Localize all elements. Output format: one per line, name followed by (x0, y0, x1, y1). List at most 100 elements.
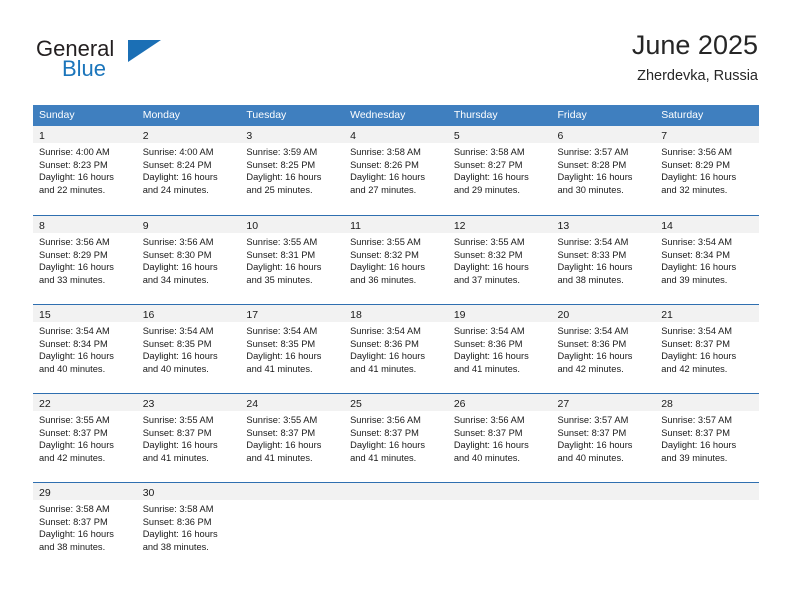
day-number: 9 (142, 220, 149, 232)
calendar-week-row: 29 Sunrise: 3:58 AM Sunset: 8:37 PM Dayligh… (33, 482, 759, 571)
day-number-band: 1 (33, 126, 137, 143)
sunset-text: Sunset: 8:37 PM (142, 427, 212, 438)
daylight-text-line2: and 36 minutes. (350, 274, 417, 285)
calendar-weeks: 1 Sunrise: 4:00 AM Sunset: 8:23 PM Daylight… (33, 126, 759, 571)
day-cell[interactable]: 10 Sunrise: 3:55 AM Sunset: 8:31 PM Dayligh… (240, 216, 345, 304)
sunrise-text: Sunrise: 3:55 AM (246, 237, 318, 247)
day-cell[interactable]: 5 Sunrise: 3:58 AM Sunset: 8:27 PM Daylight… (447, 126, 552, 215)
day-details: Sunrise: 3:56 AM Sunset: 8:29 PM Daylight:… (655, 143, 759, 196)
day-number: 13 (557, 220, 570, 232)
day-number-band: 8 (33, 216, 137, 233)
page-title: June 2025 (631, 30, 758, 60)
day-cell[interactable]: 20 Sunrise: 3:54 AM Sunset: 8:36 PM Dayligh… (551, 305, 656, 393)
day-cell[interactable]: 26 Sunrise: 3:56 AM Sunset: 8:37 PM Dayligh… (447, 394, 552, 482)
day-cell[interactable]: 14 Sunrise: 3:54 AM Sunset: 8:34 PM Dayligh… (655, 216, 759, 304)
day-cell-empty (344, 483, 448, 571)
daylight-text-line2: and 41 minutes. (453, 363, 520, 374)
day-cell[interactable]: 1 Sunrise: 4:00 AM Sunset: 8:23 PM Daylight… (33, 126, 137, 215)
day-cell[interactable]: 13 Sunrise: 3:54 AM Sunset: 8:33 PM Dayligh… (551, 216, 656, 304)
day-cell[interactable]: 22 Sunrise: 3:55 AM Sunset: 8:37 PM Dayligh… (33, 394, 137, 482)
day-details: Sunrise: 3:58 AM Sunset: 8:27 PM Daylight:… (448, 143, 552, 196)
sunrise-text: Sunrise: 3:58 AM (350, 147, 421, 157)
day-cell[interactable]: 9 Sunrise: 3:56 AM Sunset: 8:30 PM Daylight… (136, 216, 241, 304)
daylight-text-line2: and 24 minutes. (142, 184, 209, 195)
day-number-band: 22 (33, 394, 137, 411)
sunset-text: Sunset: 8:32 PM (350, 249, 419, 260)
daylight-text-line1: Daylight: 16 hours (453, 262, 529, 273)
day-details: Sunrise: 3:57 AM Sunset: 8:37 PM Daylight:… (552, 411, 656, 464)
day-cell[interactable]: 29 Sunrise: 3:58 AM Sunset: 8:37 PM Dayligh… (33, 483, 137, 571)
general-blue-logo[interactable]: General Blue (36, 36, 216, 90)
day-cell[interactable]: 15 Sunrise: 3:54 AM Sunset: 8:34 PM Dayligh… (33, 305, 137, 393)
daylight-text-line1: Daylight: 16 hours (453, 440, 529, 451)
day-number: 19 (453, 309, 466, 321)
daylight-text-line2: and 42 minutes. (39, 452, 106, 463)
daylight-text-line1: Daylight: 16 hours (453, 172, 529, 183)
day-number: 26 (453, 398, 466, 410)
sunset-text: Sunset: 8:36 PM (142, 516, 212, 527)
day-cell[interactable]: 23 Sunrise: 3:55 AM Sunset: 8:37 PM Dayligh… (136, 394, 241, 482)
sunset-text: Sunset: 8:28 PM (557, 159, 627, 170)
day-cell[interactable]: 25 Sunrise: 3:56 AM Sunset: 8:37 PM Dayligh… (344, 394, 448, 482)
sunrise-text: Sunrise: 3:59 AM (246, 147, 318, 157)
day-cell[interactable]: 7 Sunrise: 3:56 AM Sunset: 8:29 PM Daylight… (655, 126, 759, 215)
daylight-text-line1: Daylight: 16 hours (557, 172, 633, 183)
sunset-text: Sunset: 8:34 PM (39, 338, 108, 349)
day-cell[interactable]: 8 Sunrise: 3:56 AM Sunset: 8:29 PM Daylight… (33, 216, 137, 304)
day-details: Sunrise: 4:00 AM Sunset: 8:24 PM Daylight:… (137, 143, 241, 196)
day-number-band: 13 (551, 216, 656, 233)
sunrise-text: Sunrise: 3:58 AM (39, 504, 110, 514)
day-number-band (447, 483, 552, 500)
day-number-band: 30 (136, 483, 241, 500)
sunset-text: Sunset: 8:32 PM (453, 249, 523, 260)
daylight-text-line2: and 33 minutes. (39, 274, 106, 285)
day-details: Sunrise: 4:00 AM Sunset: 8:23 PM Daylight:… (33, 143, 137, 196)
day-number-band: 2 (136, 126, 241, 143)
day-cell[interactable]: 6 Sunrise: 3:57 AM Sunset: 8:28 PM Daylight… (551, 126, 656, 215)
day-number-band: 16 (136, 305, 241, 322)
sunset-text: Sunset: 8:29 PM (39, 249, 108, 260)
day-cell[interactable]: 30 Sunrise: 3:58 AM Sunset: 8:36 PM Dayligh… (136, 483, 241, 571)
day-cell[interactable]: 21 Sunrise: 3:54 AM Sunset: 8:37 PM Dayligh… (655, 305, 759, 393)
sunrise-text: Sunrise: 3:54 AM (661, 326, 733, 336)
sunset-text: Sunset: 8:24 PM (142, 159, 212, 170)
day-cell[interactable]: 12 Sunrise: 3:55 AM Sunset: 8:32 PM Dayligh… (447, 216, 552, 304)
sunrise-text: Sunrise: 3:55 AM (453, 237, 525, 247)
day-details: Sunrise: 3:54 AM Sunset: 8:35 PM Daylight:… (240, 322, 344, 375)
daylight-text-line2: and 41 minutes. (246, 452, 313, 463)
daylight-text-line1: Daylight: 16 hours (142, 440, 218, 451)
day-cell[interactable]: 28 Sunrise: 3:57 AM Sunset: 8:37 PM Dayligh… (655, 394, 759, 482)
calendar-week-row: 1 Sunrise: 4:00 AM Sunset: 8:23 PM Daylight… (33, 126, 759, 215)
sunrise-text: Sunrise: 3:57 AM (557, 415, 629, 425)
sunrise-text: Sunrise: 3:54 AM (557, 237, 629, 247)
day-cell[interactable]: 16 Sunrise: 3:54 AM Sunset: 8:35 PM Dayligh… (136, 305, 241, 393)
day-cell[interactable]: 11 Sunrise: 3:55 AM Sunset: 8:32 PM Dayligh… (344, 216, 448, 304)
weekday-header-tuesday: Tuesday (246, 109, 287, 121)
day-number-band: 21 (655, 305, 759, 322)
day-cell[interactable]: 2 Sunrise: 4:00 AM Sunset: 8:24 PM Daylight… (136, 126, 241, 215)
day-cell[interactable]: 19 Sunrise: 3:54 AM Sunset: 8:36 PM Dayligh… (447, 305, 552, 393)
day-number: 3 (246, 130, 253, 142)
daylight-text-line2: and 32 minutes. (661, 184, 728, 195)
day-details: Sunrise: 3:55 AM Sunset: 8:31 PM Daylight:… (240, 233, 344, 286)
daylight-text-line1: Daylight: 16 hours (39, 351, 114, 362)
sunset-text: Sunset: 8:36 PM (557, 338, 627, 349)
daylight-text-line1: Daylight: 16 hours (39, 440, 114, 451)
day-number-band (344, 483, 448, 500)
daylight-text-line1: Daylight: 16 hours (39, 262, 114, 273)
day-number-band: 10 (240, 216, 345, 233)
sunrise-text: Sunrise: 3:57 AM (661, 415, 733, 425)
daylight-text-line2: and 38 minutes. (557, 274, 624, 285)
day-number: 28 (661, 398, 673, 410)
day-cell[interactable]: 4 Sunrise: 3:58 AM Sunset: 8:26 PM Daylight… (344, 126, 448, 215)
daylight-text-line1: Daylight: 16 hours (557, 351, 633, 362)
day-cell[interactable]: 24 Sunrise: 3:55 AM Sunset: 8:37 PM Dayligh… (240, 394, 345, 482)
day-cell[interactable]: 3 Sunrise: 3:59 AM Sunset: 8:25 PM Daylight… (240, 126, 345, 215)
day-cell[interactable]: 27 Sunrise: 3:57 AM Sunset: 8:37 PM Dayligh… (551, 394, 656, 482)
logo-text-blue: Blue (62, 56, 107, 81)
sunrise-text: Sunrise: 3:55 AM (39, 415, 110, 425)
day-cell[interactable]: 17 Sunrise: 3:54 AM Sunset: 8:35 PM Dayligh… (240, 305, 345, 393)
day-cell[interactable]: 18 Sunrise: 3:54 AM Sunset: 8:36 PM Dayligh… (344, 305, 448, 393)
sunrise-text: Sunrise: 3:54 AM (39, 326, 110, 336)
day-number-band (240, 483, 345, 500)
